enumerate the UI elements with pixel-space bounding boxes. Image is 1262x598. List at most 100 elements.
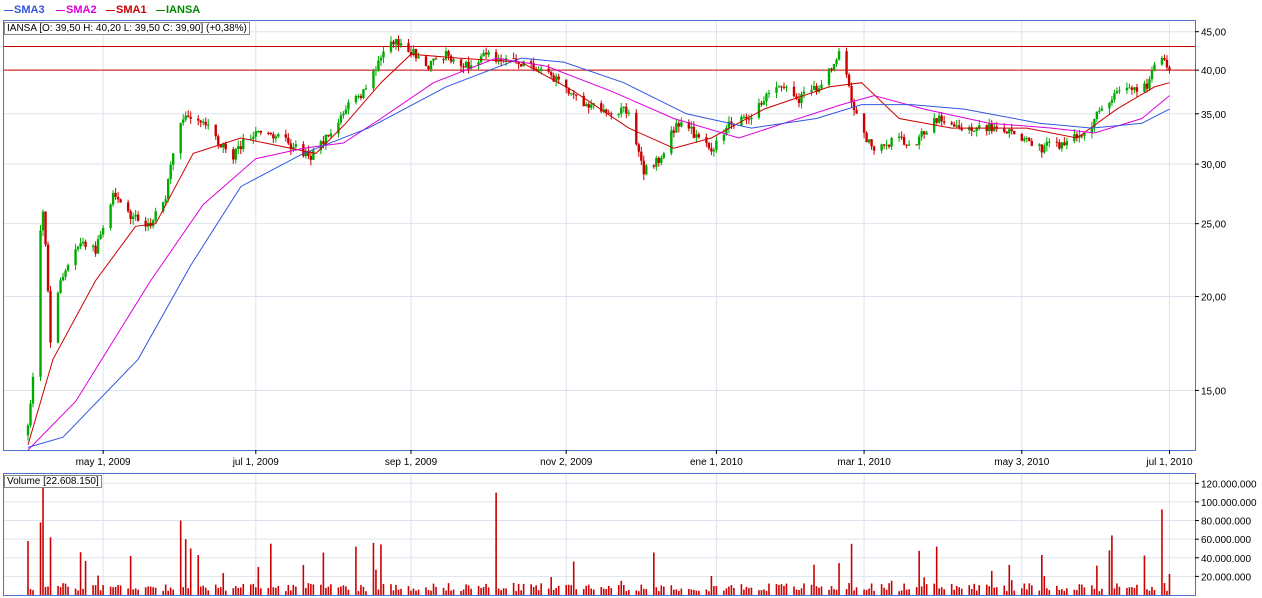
candle-body bbox=[354, 96, 358, 103]
candle-body bbox=[382, 51, 385, 58]
candle-body bbox=[274, 136, 278, 139]
candle-body bbox=[277, 134, 280, 137]
candle-body bbox=[487, 52, 490, 55]
candle-body bbox=[1148, 79, 1151, 89]
volume-info-tag: Volume [22.608.150] bbox=[4, 475, 102, 488]
candle-body bbox=[827, 68, 831, 85]
candle-body bbox=[707, 142, 711, 149]
candle-body bbox=[357, 95, 360, 97]
candle-body bbox=[347, 102, 350, 110]
candle-body bbox=[407, 43, 410, 53]
candle-body bbox=[617, 113, 620, 115]
candle-body bbox=[29, 403, 32, 426]
price-info-tag: IANSA [O: 39,50 H: 40,20 L: 39,50 C: 39,… bbox=[4, 22, 250, 35]
candle-body bbox=[154, 211, 157, 221]
candle-body bbox=[217, 136, 220, 145]
candle-body bbox=[114, 192, 117, 197]
candle-body bbox=[640, 151, 643, 161]
candle-body bbox=[269, 132, 273, 135]
y-tick-label: 40.000.000 bbox=[1201, 554, 1251, 565]
candle-body bbox=[585, 104, 588, 107]
y-tick-label: 20,00 bbox=[1201, 293, 1226, 304]
candle-body bbox=[760, 103, 763, 105]
candle-body bbox=[119, 199, 122, 203]
candle-body bbox=[975, 128, 978, 132]
candle-body bbox=[254, 131, 257, 137]
candle-body bbox=[397, 39, 400, 46]
sma-line-sma1 bbox=[27, 53, 1170, 445]
candle-body bbox=[902, 137, 906, 145]
candle-body bbox=[259, 130, 263, 133]
y-tick-label: 45,00 bbox=[1201, 28, 1226, 39]
candle-body bbox=[339, 115, 343, 123]
candle-body bbox=[812, 85, 816, 90]
candle-body bbox=[625, 106, 628, 114]
candle-body bbox=[1020, 133, 1023, 141]
candle-body bbox=[1048, 141, 1051, 143]
candle-body bbox=[865, 132, 868, 143]
candle-body bbox=[750, 117, 753, 120]
candle-body bbox=[374, 69, 378, 71]
candle-body bbox=[64, 270, 67, 277]
candle-body bbox=[1005, 131, 1008, 134]
candle-body bbox=[775, 87, 778, 93]
candle-body bbox=[572, 93, 575, 95]
candle-body bbox=[810, 89, 813, 92]
candle-body bbox=[1003, 128, 1006, 132]
candle-body bbox=[785, 86, 788, 88]
candle-body bbox=[61, 276, 65, 281]
candle-body bbox=[1130, 87, 1134, 90]
candle-body bbox=[1058, 142, 1061, 149]
x-tick-label: nov 2, 2009 bbox=[540, 457, 593, 468]
candle-body bbox=[447, 51, 450, 56]
candle-body bbox=[917, 136, 921, 146]
candle-body bbox=[587, 104, 590, 108]
candle-body bbox=[1028, 138, 1031, 142]
candle-body bbox=[464, 61, 468, 68]
candle-body bbox=[1160, 57, 1164, 65]
candle-body bbox=[830, 68, 833, 71]
candle-body bbox=[101, 228, 105, 235]
candle-body bbox=[642, 160, 645, 175]
candle-body bbox=[512, 58, 515, 60]
candle-body bbox=[925, 132, 928, 135]
candle-body bbox=[242, 138, 245, 150]
candle-body bbox=[1143, 83, 1146, 92]
candle-body bbox=[187, 115, 190, 117]
candle-body bbox=[199, 120, 202, 123]
candle-body bbox=[1045, 141, 1049, 146]
candle-body bbox=[837, 51, 841, 60]
candle-body bbox=[389, 41, 393, 52]
candle-body bbox=[777, 86, 781, 88]
candle-body bbox=[872, 146, 876, 151]
candle-body bbox=[672, 130, 676, 133]
volume-bars bbox=[27, 475, 1171, 595]
candle-body bbox=[797, 98, 801, 104]
candle-body bbox=[712, 149, 716, 152]
candle-body bbox=[444, 51, 448, 60]
candle-body bbox=[414, 49, 418, 59]
candle-body bbox=[993, 126, 996, 132]
candle-body bbox=[31, 376, 35, 404]
stock-chart[interactable]: 45,00 40,00 35,00 30,00 25,00 20,00 15,00 may … bbox=[0, 0, 1262, 598]
candle-body bbox=[942, 121, 946, 123]
price-y-axis: 45,00 40,00 35,00 30,00 25,00 20,00 15,00 bbox=[1195, 28, 1226, 397]
candle-body bbox=[715, 140, 718, 150]
candle-body bbox=[915, 144, 918, 146]
candle-body bbox=[765, 93, 768, 102]
y-tick-label: 120.000.000 bbox=[1201, 479, 1257, 490]
candle-body bbox=[1133, 87, 1136, 90]
candle-body bbox=[449, 55, 453, 62]
candle-body bbox=[1065, 141, 1069, 146]
x-tick-label: jul 1, 2010 bbox=[1145, 457, 1193, 468]
candle-body bbox=[690, 126, 693, 129]
sma-line-sma2 bbox=[27, 57, 1170, 451]
candle-body bbox=[379, 57, 383, 61]
x-tick-label: ene 1, 2010 bbox=[690, 457, 743, 468]
candle-body bbox=[287, 137, 290, 144]
candle-body bbox=[96, 239, 100, 254]
candle-body bbox=[46, 244, 50, 291]
candle-body bbox=[109, 204, 112, 229]
candle-body bbox=[820, 84, 823, 89]
candle-body bbox=[1118, 90, 1121, 92]
